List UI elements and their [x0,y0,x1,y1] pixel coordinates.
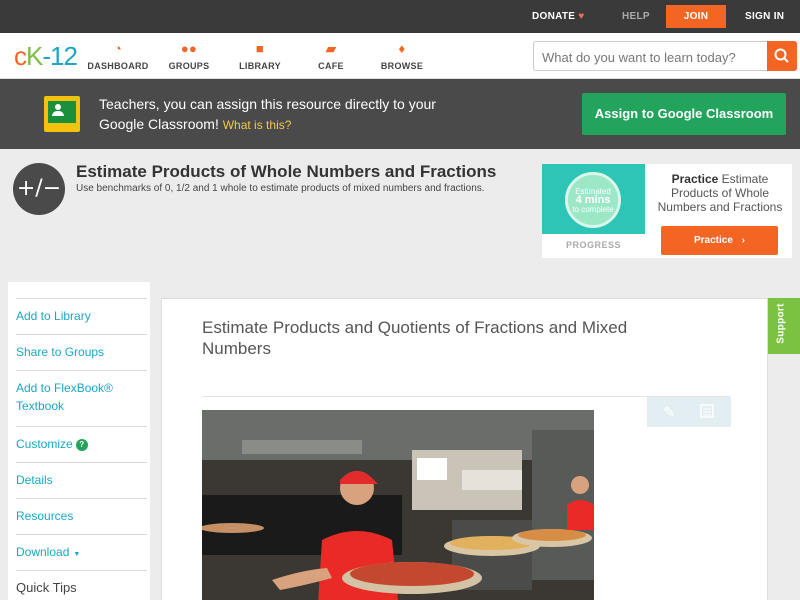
cafe-icon: ▰ [325,41,337,56]
join-button[interactable]: JOIN [666,5,726,28]
google-classroom-icon [44,96,80,132]
nav-library[interactable]: ■ LIBRARY [228,41,292,71]
help-link[interactable]: HELP [622,0,650,33]
banner-text: Teachers, you can assign this resource d… [99,94,449,135]
nav-dashboard[interactable]: ◔ DASHBOARD [86,41,150,71]
plus-minus-icon: +/− [13,163,65,215]
top-utility-bar: DONATE ♥ HELP JOIN SIGN IN [0,0,800,33]
sidebar-item-add-to-flexbook[interactable]: Add to FlexBook® Textbook [16,370,147,415]
practice-bold-label: Practice [671,172,719,186]
practice-button-label: Practice [693,235,733,246]
practice-card: Estimated 4 mins to complete PROGRESS Pr… [542,164,792,258]
nav-groups[interactable]: ●● GROUPS [157,41,221,71]
sidebar-item-details[interactable]: Details [16,462,147,489]
nav-cafe[interactable]: ▰ CAFE [299,41,363,71]
sidebar-item-download[interactable]: Download ▼ [16,534,147,564]
practice-thumbnail[interactable]: Estimated 4 mins to complete [542,164,645,234]
notes-icon[interactable] [699,404,715,420]
lesson-title: Estimate Products and Quotients of Fract… [202,318,628,358]
heart-icon: ♥ [578,11,585,22]
browse-icon: ♦ [398,41,406,56]
nav-dashboard-label: DASHBOARD [87,61,149,71]
groups-icon: ●● [180,41,198,56]
customize-label: Customize [16,437,73,451]
sidebar-item-add-to-library[interactable]: Add to Library [16,298,147,325]
concept-title: Estimate Products of Whole Numbers and F… [76,162,497,181]
chevron-right-icon: › [741,235,746,246]
lesson-photo [202,410,594,600]
nav-library-label: LIBRARY [239,61,281,71]
library-icon: ■ [255,41,265,56]
content-card: Estimate Products and Quotients of Fract… [161,298,768,600]
sidebar-item-resources[interactable]: Resources [16,498,147,525]
content-toolbar: ✎ [647,397,731,427]
nav-cafe-label: CAFE [318,61,344,71]
caret-down-icon: ▼ [73,551,81,558]
sign-in-link[interactable]: SIGN IN [745,0,784,33]
support-tab-label: Support [775,303,787,344]
estimated-time-badge: Estimated 4 mins to complete [565,172,621,228]
search-icon [774,48,789,63]
search-button[interactable] [767,41,797,71]
ck12-logo[interactable]: cK-12 [14,41,78,71]
progress-label: PROGRESS [565,240,621,250]
nav-groups-label: GROUPS [168,61,210,71]
sidebar-quick-tips[interactable]: Quick Tips [16,570,147,597]
estimate-line3: to complete [572,205,614,214]
concept-subtitle: Use benchmarks of 0, 1/2 and 1 whole to … [76,183,485,194]
sidebar-item-share-to-groups[interactable]: Share to Groups [16,334,147,361]
search-box [533,41,797,71]
donate-link[interactable]: DONATE ♥ [532,0,585,33]
help-icon[interactable]: ? [75,439,88,451]
practice-button[interactable]: Practice › [661,226,778,255]
donate-label: DONATE [532,11,576,22]
pencil-icon[interactable]: ✎ [661,404,677,420]
support-tab[interactable]: Support [768,298,800,354]
download-label: Download [16,545,70,559]
sidebar-item-customize[interactable]: Customize? [16,426,147,453]
sidebar: Add to Library Share to Groups Add to Fl… [8,282,150,600]
nav-browse-label: BROWSE [380,61,424,71]
search-input[interactable] [542,47,767,67]
practice-description: Practice Estimate Products of Whole Numb… [650,172,790,214]
dashboard-icon: ◔ [113,41,123,56]
assign-to-classroom-button[interactable]: Assign to Google Classroom [582,93,786,135]
what-is-this-link[interactable]: What is this? [223,118,292,132]
nav-browse[interactable]: ♦ BROWSE [370,41,434,71]
